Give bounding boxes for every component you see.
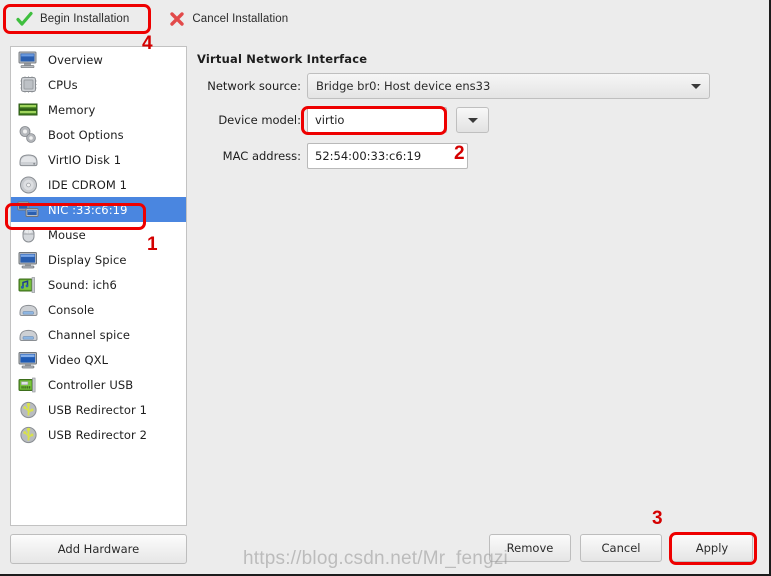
cancel-installation-label: Cancel Installation [192, 13, 289, 25]
monitor-icon [17, 50, 39, 70]
network-card-icon [17, 200, 39, 220]
device-list-item-label: VirtIO Disk 1 [48, 152, 122, 167]
network-source-row: Network source: Bridge br0: Host device … [197, 73, 710, 99]
red-x-icon [169, 11, 185, 27]
network-source-select[interactable]: Bridge br0: Host device ens33 [307, 73, 710, 99]
mac-address-label: MAC address: [222, 149, 301, 163]
device-list-item-label: USB Redirector 2 [48, 427, 148, 442]
device-list-item[interactable]: Memory [11, 97, 186, 122]
begin-installation-button[interactable]: Begin Installation [8, 6, 137, 32]
device-list-item-label: Memory [48, 102, 96, 117]
device-list-item[interactable]: Overview [11, 47, 186, 72]
network-source-value: Bridge br0: Host device ens33 [316, 79, 491, 93]
device-list-item-label: CPUs [48, 77, 78, 92]
virt-manager-window: Begin Installation Cancel Installation O… [0, 0, 771, 576]
device-list-item[interactable]: VirtIO Disk 1 [11, 147, 186, 172]
apply-button[interactable]: Apply [671, 534, 753, 562]
remove-button[interactable]: Remove [489, 534, 571, 562]
mac-address-row: MAC address: [197, 143, 468, 169]
device-list-item[interactable]: Channel spice [11, 322, 186, 347]
device-model-row: Device model: [197, 107, 489, 133]
cpu-chip-icon [17, 75, 39, 95]
begin-installation-label: Begin Installation [40, 13, 130, 25]
toolbar: Begin Installation Cancel Installation [0, 0, 769, 38]
device-list-item-label: Mouse [48, 227, 86, 242]
console-icon [17, 300, 39, 320]
usb-plug-icon [17, 400, 39, 420]
device-list-item[interactable]: USB Redirector 1 [11, 397, 186, 422]
mouse-icon [17, 225, 39, 245]
display-icon [17, 250, 39, 270]
device-list-item[interactable]: Video QXL [11, 347, 186, 372]
device-list-item[interactable]: Console [11, 297, 186, 322]
device-list-item-label: Video QXL [48, 352, 109, 367]
device-list-item-label: Sound: ich6 [48, 277, 117, 292]
device-list-item[interactable]: CPUs [11, 72, 186, 97]
device-list-item[interactable]: USB Redirector 2 [11, 422, 186, 447]
device-list[interactable]: Overview CPUs Memory Boot Options VirtIO Dis… [10, 46, 187, 526]
video-icon [17, 350, 39, 370]
channel-icon [17, 325, 39, 345]
device-model-label: Device model: [218, 113, 301, 127]
cancel-installation-button[interactable]: Cancel Installation [161, 6, 296, 32]
device-list-item-label: Console [48, 302, 95, 317]
device-model-input[interactable] [307, 107, 447, 133]
device-list-item[interactable]: IDE CDROM 1 [11, 172, 186, 197]
device-list-item-label: USB Redirector 1 [48, 402, 148, 417]
watermark: https://blog.csdn.net/Mr_fengzi [243, 548, 508, 569]
network-source-label: Network source: [207, 79, 301, 93]
device-list-item[interactable]: Mouse [11, 222, 186, 247]
sound-card-icon [17, 275, 39, 295]
cancel-button[interactable]: Cancel [580, 534, 662, 562]
chevron-down-icon [467, 117, 478, 123]
device-list-item-label: Boot Options [48, 127, 124, 142]
device-list-item[interactable]: Display Spice [11, 247, 186, 272]
usb-controller-icon [17, 375, 39, 395]
add-hardware-button[interactable]: Add Hardware [10, 534, 187, 564]
chevron-down-icon [691, 83, 701, 89]
device-list-item[interactable]: Boot Options [11, 122, 186, 147]
device-list-item[interactable]: Sound: ich6 [11, 272, 186, 297]
device-list-item[interactable]: NIC :33:c6:19 [11, 197, 186, 222]
device-list-item-label: Controller USB [48, 377, 134, 392]
harddisk-icon [17, 150, 39, 170]
annotation-marker-3: 3 [652, 508, 663, 529]
device-model-dropdown-button[interactable] [456, 107, 489, 133]
device-list-item-label: IDE CDROM 1 [48, 177, 128, 192]
gears-icon [17, 125, 39, 145]
page-title: Virtual Network Interface [197, 52, 368, 66]
usb-plug-icon [17, 425, 39, 445]
green-check-icon [16, 11, 33, 28]
device-list-item-label: Overview [48, 52, 103, 67]
mac-address-input[interactable] [307, 143, 468, 169]
device-list-item-label: NIC :33:c6:19 [48, 202, 128, 217]
device-list-item-label: Display Spice [48, 252, 127, 267]
cdrom-disc-icon [17, 175, 39, 195]
device-list-item-label: Channel spice [48, 327, 131, 342]
device-list-item[interactable]: Controller USB [11, 372, 186, 397]
memory-ram-icon [17, 100, 39, 120]
